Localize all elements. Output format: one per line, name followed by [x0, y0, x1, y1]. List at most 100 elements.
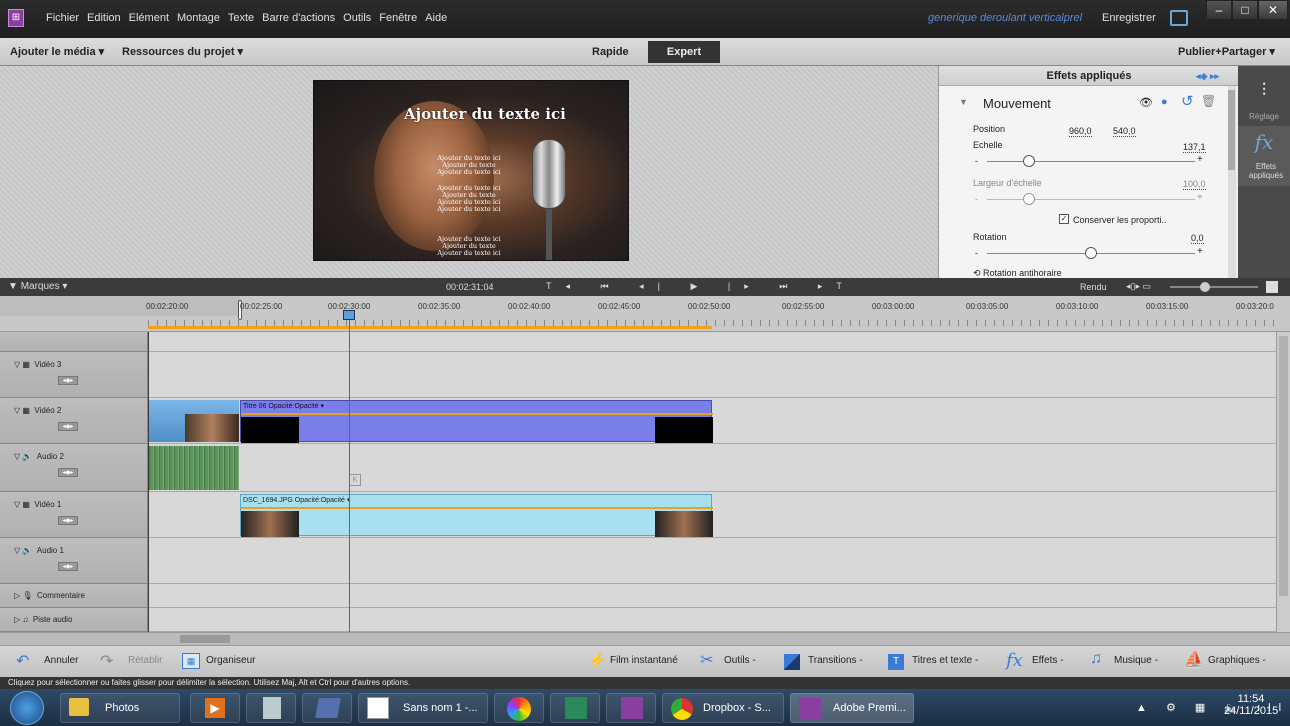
- redo-button[interactable]: Rétablir: [128, 655, 162, 666]
- track-video1[interactable]: DSC_1694.JPG Opacité:Opacité ▾: [149, 492, 1276, 538]
- clip-dsc-1694[interactable]: DSC_1694.JPG Opacité:Opacité ▾: [240, 494, 713, 537]
- position-y-value[interactable]: 540,0: [1113, 126, 1136, 137]
- timeline-hscrollbar[interactable]: [0, 632, 1290, 645]
- reset-icon[interactable]: ↺: [1181, 92, 1194, 110]
- panel-options-icon[interactable]: ◂◈ ▸▸: [1196, 66, 1219, 86]
- rotation-plus-icon[interactable]: +: [1197, 246, 1203, 257]
- taskbar-media-player[interactable]: ▶: [190, 693, 240, 723]
- transitions-button[interactable]: Transitions -: [808, 655, 863, 666]
- tools-icon[interactable]: ✂: [700, 650, 713, 670]
- clip-audio2[interactable]: [149, 446, 239, 490]
- undo-button[interactable]: Annuler: [44, 655, 78, 666]
- scale-plus-icon[interactable]: +: [1197, 154, 1203, 165]
- clip-video2-prev[interactable]: [149, 400, 239, 442]
- taskbar-picasa[interactable]: [494, 693, 544, 723]
- taskbar-calculator[interactable]: [246, 693, 296, 723]
- music-button[interactable]: Musique -: [1114, 655, 1158, 666]
- transport-controls[interactable]: T◂ ⏮ ◂| ▶ |▸ ⏭ ▸T: [546, 281, 856, 292]
- time-ruler[interactable]: 00:02:20:00 00:02:25:00 00:02:30:00 00:0…: [0, 296, 1290, 332]
- track-header-video3[interactable]: ▽ ▦ Vidéo 3 ◂◆▸: [0, 352, 148, 398]
- zoom-slider-track[interactable]: [1170, 286, 1258, 288]
- fullscreen-icon[interactable]: [1170, 10, 1188, 26]
- rotation-minus-icon[interactable]: -: [975, 248, 978, 258]
- opacity-line[interactable]: [241, 507, 713, 509]
- timeline-expand-icon[interactable]: [1266, 281, 1278, 293]
- app-icon[interactable]: ⊞: [8, 9, 24, 27]
- maximize-button[interactable]: □: [1232, 0, 1258, 20]
- close-button[interactable]: ✕: [1258, 0, 1288, 20]
- instant-movie-icon[interactable]: ⚡: [588, 651, 607, 669]
- audio2-keyframe-nav[interactable]: ◂◆▸: [58, 468, 78, 477]
- effects-button[interactable]: Effets -: [1032, 655, 1064, 666]
- position-x-value[interactable]: 960,0: [1069, 126, 1092, 137]
- publish-share-menu[interactable]: Publier+Partager ▾: [1178, 45, 1275, 58]
- scale-slider-knob[interactable]: [1022, 155, 1035, 167]
- taskbar-app-green[interactable]: [550, 693, 600, 723]
- scale-slider-track[interactable]: [987, 161, 1195, 162]
- work-area-bar[interactable]: [148, 326, 712, 329]
- menu-texte[interactable]: Texte: [228, 12, 254, 24]
- organizer-button[interactable]: Organiseur: [206, 655, 255, 666]
- track-video2[interactable]: Titre 06 Opacité:Opacité ▾: [149, 398, 1276, 444]
- clip-title-06[interactable]: Titre 06 Opacité:Opacité ▾: [240, 400, 713, 443]
- track-header-audio1[interactable]: ▽ 🔈 Audio 1 ◂◆▸: [0, 538, 148, 584]
- taskbar-dropbox[interactable]: Dropbox - S...: [662, 693, 784, 723]
- instant-movie-button[interactable]: Film instantané: [610, 655, 678, 666]
- add-media-menu[interactable]: Ajouter le média ▾: [10, 45, 104, 58]
- rotation-slider-knob[interactable]: [1085, 247, 1097, 259]
- trash-icon[interactable]: 🗑: [1201, 94, 1216, 108]
- transitions-icon[interactable]: [784, 654, 800, 670]
- audio1-keyframe-nav[interactable]: ◂◆▸: [58, 562, 78, 571]
- scale-width-slider-knob[interactable]: [1022, 193, 1035, 205]
- undo-icon[interactable]: ↶: [16, 651, 29, 671]
- save-button[interactable]: Enregistrer: [1102, 12, 1156, 24]
- markers-menu[interactable]: ▼ Marques ▾: [8, 281, 67, 292]
- menu-barre-actions[interactable]: Barre d'actions: [262, 12, 335, 24]
- effects-icon[interactable]: fx: [1006, 650, 1023, 671]
- taskbar-app-purple[interactable]: [606, 693, 656, 723]
- playhead-line[interactable]: [349, 320, 350, 632]
- minimize-button[interactable]: –: [1206, 0, 1232, 20]
- adjust-label[interactable]: Réglage: [1238, 112, 1290, 121]
- effects-scroll-thumb[interactable]: [1228, 90, 1235, 170]
- menu-element[interactable]: Elément: [129, 12, 169, 24]
- scale-width-minus-icon[interactable]: -: [975, 194, 978, 204]
- keyframe-icon[interactable]: ●: [1161, 96, 1168, 108]
- graphics-button[interactable]: Graphiques -: [1208, 655, 1266, 666]
- playhead-handle[interactable]: [343, 310, 355, 320]
- start-button[interactable]: [10, 691, 44, 725]
- scale-value[interactable]: 137,1: [1183, 142, 1206, 153]
- organizer-icon[interactable]: ▦: [182, 653, 200, 669]
- scale-width-slider-track[interactable]: [987, 199, 1195, 200]
- zoom-slider-knob[interactable]: [1200, 282, 1210, 292]
- timecode-display[interactable]: 00:02:31:04: [446, 282, 494, 292]
- scale-width-plus-icon[interactable]: +: [1197, 192, 1203, 203]
- rotation-value[interactable]: 0,0: [1191, 233, 1204, 244]
- menu-edition[interactable]: Edition: [87, 12, 121, 24]
- menu-fenetre[interactable]: Fenêtre: [379, 12, 417, 24]
- video1-keyframe-nav[interactable]: ◂◆▸: [58, 516, 78, 525]
- track-header-video2[interactable]: ▽ ▦ Vidéo 2 ◂◆▸: [0, 398, 148, 444]
- titles-icon[interactable]: T: [888, 654, 904, 670]
- track-video3[interactable]: [149, 352, 1276, 398]
- track-soundtrack[interactable]: [149, 608, 1276, 632]
- track-audio1[interactable]: [149, 538, 1276, 584]
- project-assets-menu[interactable]: Ressources du projet ▾: [122, 45, 243, 58]
- menu-fichier[interactable]: Fichier: [46, 12, 79, 24]
- video2-keyframe-nav[interactable]: ◂◆▸: [58, 422, 78, 431]
- scale-width-value[interactable]: 100,0: [1183, 179, 1206, 190]
- tab-expert[interactable]: Expert: [648, 41, 720, 63]
- opacity-line[interactable]: [241, 413, 713, 415]
- graphics-icon[interactable]: ⛵: [1184, 650, 1204, 670]
- track-header-commentary[interactable]: ▷ 🎙 Commentaire: [0, 584, 148, 608]
- track-audio2[interactable]: K: [149, 444, 1276, 492]
- zoom-icon[interactable]: ◂▯▸ ▭: [1126, 281, 1151, 292]
- video-preview[interactable]: Ajouter du texte ici Ajouter du texte ic…: [313, 80, 629, 261]
- render-button[interactable]: Rendu: [1080, 282, 1107, 292]
- keep-proportions-checkbox[interactable]: ✓: [1059, 214, 1069, 224]
- adjust-icon[interactable]: ⫶: [1238, 80, 1290, 101]
- track-commentary[interactable]: [149, 584, 1276, 608]
- taskbar-premiere[interactable]: Adobe Premi...: [790, 693, 914, 723]
- taskbar-untitled[interactable]: Sans nom 1 -...: [358, 693, 488, 723]
- preview-title-text[interactable]: Ajouter du texte ici: [404, 105, 566, 123]
